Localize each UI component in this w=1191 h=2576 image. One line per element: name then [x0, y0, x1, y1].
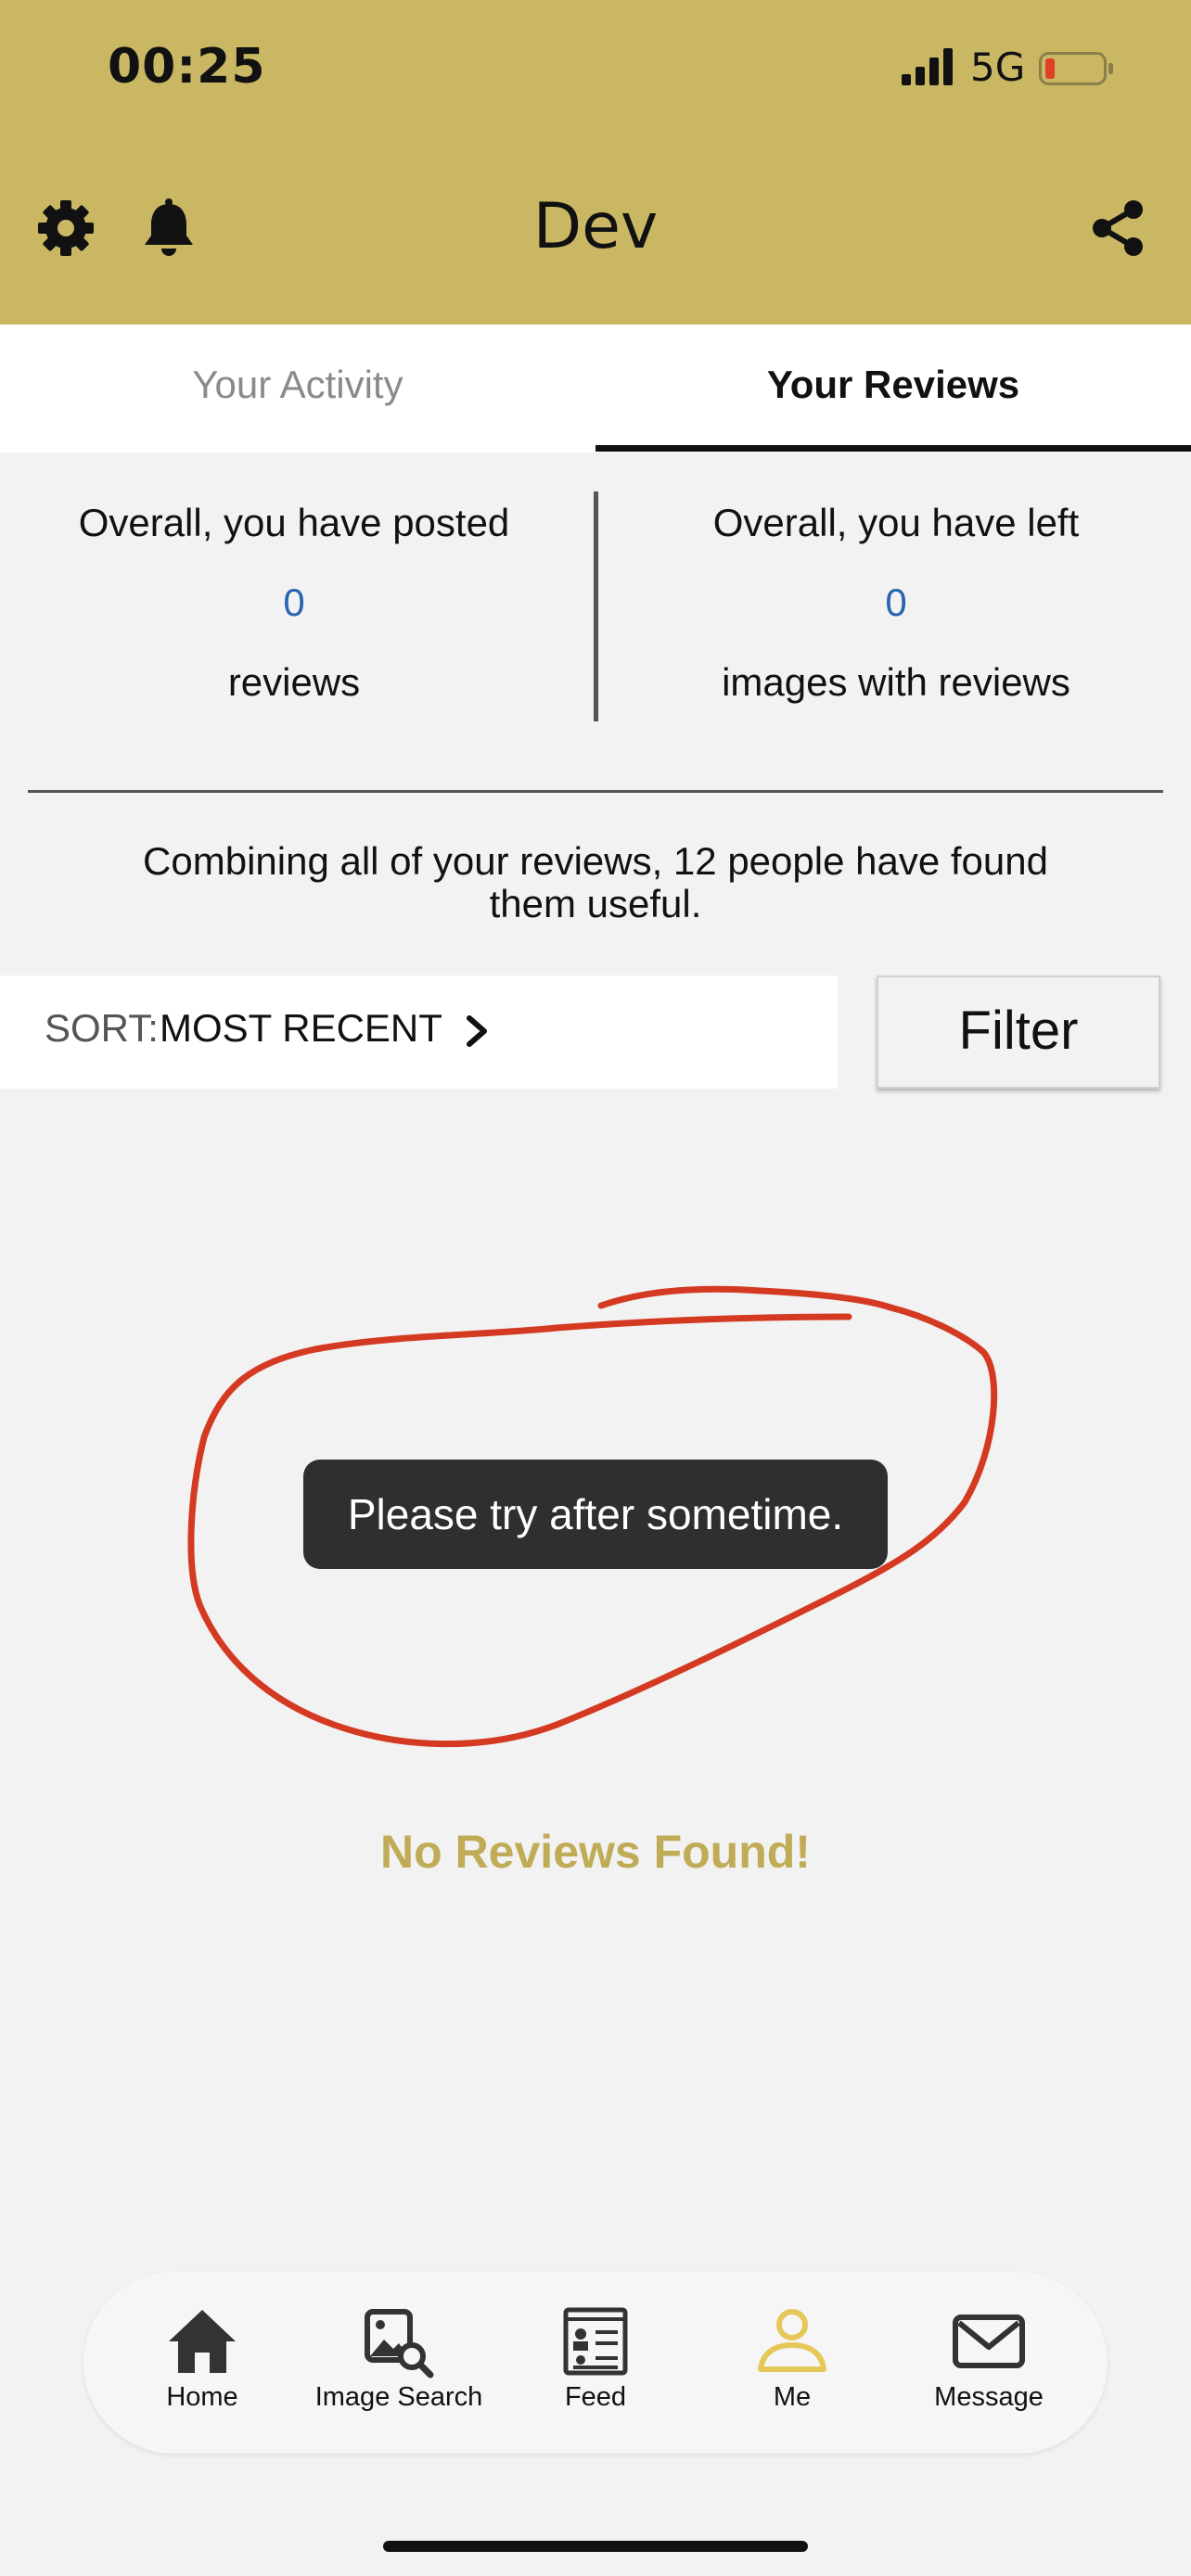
- nav-home-label: Home: [166, 2382, 238, 2412]
- home-icon: [169, 2310, 236, 2373]
- nav-me-label: Me: [773, 2382, 812, 2412]
- nav-image-search[interactable]: Image Search: [301, 2304, 497, 2413]
- annotation-circle: [187, 1285, 998, 1748]
- nav-feed[interactable]: Feed: [497, 2304, 694, 2413]
- empty-state-message: No Reviews Found!: [380, 1826, 811, 1878]
- nav-me[interactable]: Me: [694, 2304, 890, 2413]
- nav-home[interactable]: Home: [104, 2304, 301, 2413]
- home-indicator: [383, 2541, 808, 2552]
- nav-message[interactable]: Message: [890, 2304, 1087, 2413]
- nav-image-search-label: Image Search: [314, 2382, 483, 2412]
- nav-message-label: Message: [934, 2382, 1044, 2412]
- feed-icon: [563, 2307, 628, 2376]
- image-search-icon: [365, 2309, 434, 2378]
- nav-feed-label: Feed: [564, 2382, 627, 2412]
- person-icon: [758, 2309, 826, 2372]
- mail-icon: [953, 2315, 1025, 2368]
- error-toast: Please try after sometime.: [303, 1460, 888, 1569]
